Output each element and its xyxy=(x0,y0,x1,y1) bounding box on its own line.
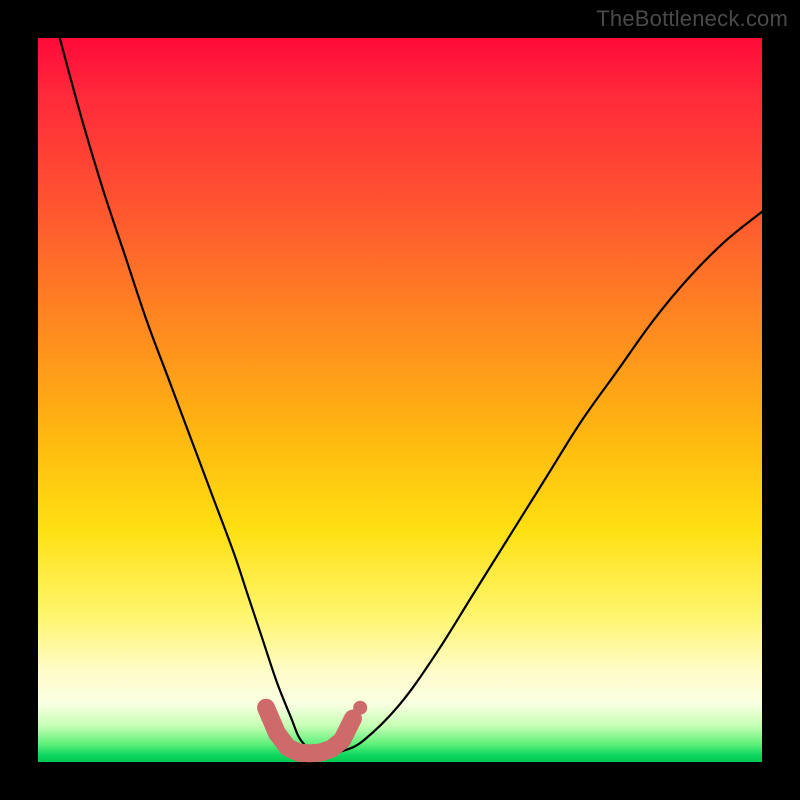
optimal-range-line xyxy=(266,708,353,754)
watermark-text: TheBottleneck.com xyxy=(596,6,788,32)
optimal-range-markers xyxy=(266,701,367,754)
optimal-range-dot xyxy=(353,701,367,715)
bottleneck-curve xyxy=(60,38,762,753)
curve-layer xyxy=(38,38,762,762)
plot-area xyxy=(38,38,762,762)
chart-frame: TheBottleneck.com xyxy=(0,0,800,800)
